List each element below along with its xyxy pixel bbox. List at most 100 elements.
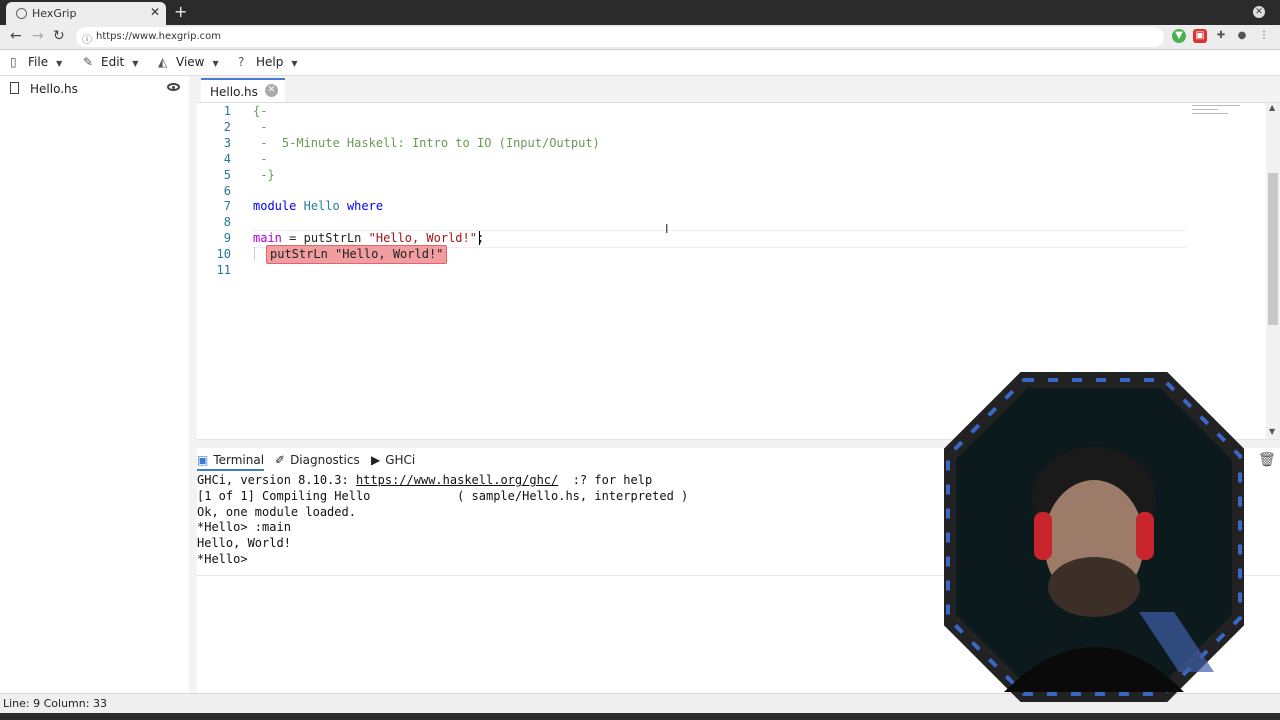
- address-bar[interactable]: ⓘ https://www.hexgrip.com: [76, 27, 1164, 47]
- file-item-hello[interactable]: Hello.hs: [30, 82, 78, 96]
- reload-button[interactable]: ↻: [53, 28, 65, 44]
- minimap-line: [1192, 113, 1228, 114]
- editor-tab-label: Hello.hs: [210, 85, 258, 99]
- line-number: 9: [223, 231, 231, 245]
- beard: [1048, 557, 1140, 617]
- indent-guide: [254, 247, 255, 260]
- menu-file-label: File: [28, 55, 49, 69]
- terminal-text: :? for help: [558, 473, 653, 487]
- browser-tab-strip: HexGrip ✕ + ✕: [0, 0, 1280, 25]
- string-literal: "Hello, World!": [361, 231, 477, 245]
- globe-icon: [16, 8, 27, 19]
- tab-terminal[interactable]: ▣ Terminal: [197, 453, 265, 471]
- text-cursor: [479, 231, 480, 245]
- line-number: 6: [223, 184, 231, 198]
- eraser-icon: ✐: [275, 453, 286, 467]
- operator-eq: =: [281, 231, 304, 245]
- terminal-line: Ok, one module loaded.: [197, 505, 356, 519]
- menu-edit-label: Edit: [101, 55, 125, 69]
- line-number: 8: [223, 215, 231, 229]
- minimap-line: [1192, 109, 1218, 110]
- terminal-line: *Hello> :main: [197, 520, 291, 534]
- line-number: 10: [216, 247, 231, 261]
- code-line: module Hello where: [253, 199, 383, 213]
- file-icon: [10, 82, 19, 94]
- close-icon[interactable]: ✕: [265, 84, 278, 97]
- module-name: Hello: [303, 199, 340, 213]
- sidebar-splitter[interactable]: [189, 76, 197, 693]
- tab-ghci[interactable]: ▶ GHCi: [371, 453, 415, 467]
- line-number: 5: [223, 168, 231, 182]
- terminal-prompt[interactable]: *Hello>: [197, 552, 255, 566]
- forward-button[interactable]: →: [32, 28, 44, 44]
- chevron-down-icon: ▼: [291, 59, 298, 68]
- line-number: 4: [223, 152, 231, 166]
- menu-edit[interactable]: ✎ Edit ▼: [83, 55, 138, 69]
- scroll-down-icon[interactable]: ▼: [1269, 427, 1275, 436]
- code-line: {-: [253, 104, 268, 118]
- help-icon: ?: [238, 55, 245, 69]
- close-tab-icon[interactable]: ✕: [150, 5, 160, 19]
- menu-help-label: Help: [256, 55, 284, 69]
- extension-shield-icon[interactable]: ▼: [1172, 29, 1186, 43]
- code-line: main = putStrLn "Hello, World!";: [253, 231, 484, 245]
- minimap-line: [1192, 105, 1240, 106]
- tab-hello-hs[interactable]: Hello.hs ✕: [201, 78, 285, 102]
- keyword-module: module: [253, 199, 297, 213]
- chevron-down-icon: ▼: [56, 59, 63, 68]
- extension-red-icon[interactable]: ▣: [1193, 29, 1207, 43]
- editor-tab-strip: Hello.hs ✕: [197, 76, 1280, 103]
- browser-tab[interactable]: HexGrip ✕: [6, 2, 166, 25]
- minimap[interactable]: [1190, 103, 1265, 117]
- ibeam-cursor-icon: I: [665, 222, 669, 236]
- scroll-up-icon[interactable]: ▲: [1269, 103, 1275, 112]
- chevron-down-icon: ▼: [212, 59, 219, 68]
- keyword-where: where: [346, 199, 384, 213]
- menu-view-label: View: [176, 55, 205, 69]
- menu-view[interactable]: ◭ View ▼: [158, 55, 219, 69]
- autocomplete-hint[interactable]: putStrLn "Hello, World!": [266, 245, 448, 264]
- tab-terminal-label: Terminal: [213, 453, 265, 467]
- trash-icon[interactable]: 🗑: [1258, 452, 1276, 468]
- ghc-link[interactable]: https://www.haskell.org/ghc/: [356, 473, 558, 487]
- tab-diagnostics-label: Diagnostics: [290, 453, 360, 467]
- browser-tab-title: HexGrip: [32, 7, 77, 20]
- menu-file[interactable]: ▯ File ▼: [10, 55, 62, 69]
- browser-menu-icon[interactable]: ⋮: [1257, 29, 1271, 43]
- cursor-position: Line: 9 Column: 33: [3, 697, 107, 710]
- play-icon: ▶: [371, 453, 381, 467]
- view-icon: ◭: [158, 55, 168, 69]
- back-button[interactable]: ←: [10, 28, 22, 44]
- app-menu-bar: ▯ File ▼ ✎ Edit ▼ ◭ View ▼ ? Help ▼: [0, 50, 1280, 76]
- profile-icon[interactable]: ●: [1235, 29, 1249, 43]
- terminal-icon: ▣: [197, 453, 209, 467]
- code-line: -}: [253, 168, 275, 182]
- url-text[interactable]: https://www.hexgrip.com: [96, 31, 221, 42]
- eye-icon[interactable]: [167, 83, 180, 91]
- terminal-line: Hello, World!: [197, 536, 291, 550]
- browser-toolbar: ← → ↻ ⓘ https://www.hexgrip.com ▼ ▣ ✚ ● …: [0, 25, 1280, 50]
- file-explorer: Hello.hs: [0, 76, 190, 693]
- line-number: 11: [216, 263, 231, 277]
- new-tab-button[interactable]: +: [174, 2, 187, 21]
- tab-diagnostics[interactable]: ✐ Diagnostics: [275, 453, 360, 467]
- editor-scrollbar[interactable]: ▲ ▼: [1266, 103, 1280, 439]
- line-number: 7: [223, 199, 231, 213]
- identifier-putstrln: putStrLn: [303, 231, 362, 245]
- extensions-puzzle-icon[interactable]: ✚: [1214, 29, 1228, 43]
- terminal-line: GHCi, version 8.10.3: https://www.haskel…: [197, 473, 652, 487]
- headphone-left: [1034, 512, 1052, 560]
- info-icon: ⓘ: [82, 35, 92, 46]
- webcam-overlay: [944, 372, 1244, 702]
- tab-ghci-label: GHCi: [385, 453, 416, 467]
- code-line: - 5-Minute Haskell: Intro to IO (Input/O…: [253, 136, 600, 150]
- file-icon: ▯: [10, 55, 17, 69]
- line-number: 2: [223, 120, 231, 134]
- menu-help[interactable]: ? Help ▼: [238, 55, 298, 69]
- window-close-button[interactable]: ✕: [1253, 6, 1265, 18]
- headphone-right: [1136, 512, 1154, 560]
- chevron-down-icon: ▼: [132, 59, 139, 68]
- code-line: -: [253, 120, 268, 134]
- line-number: 3: [223, 136, 231, 150]
- scrollbar-thumb[interactable]: [1268, 173, 1278, 325]
